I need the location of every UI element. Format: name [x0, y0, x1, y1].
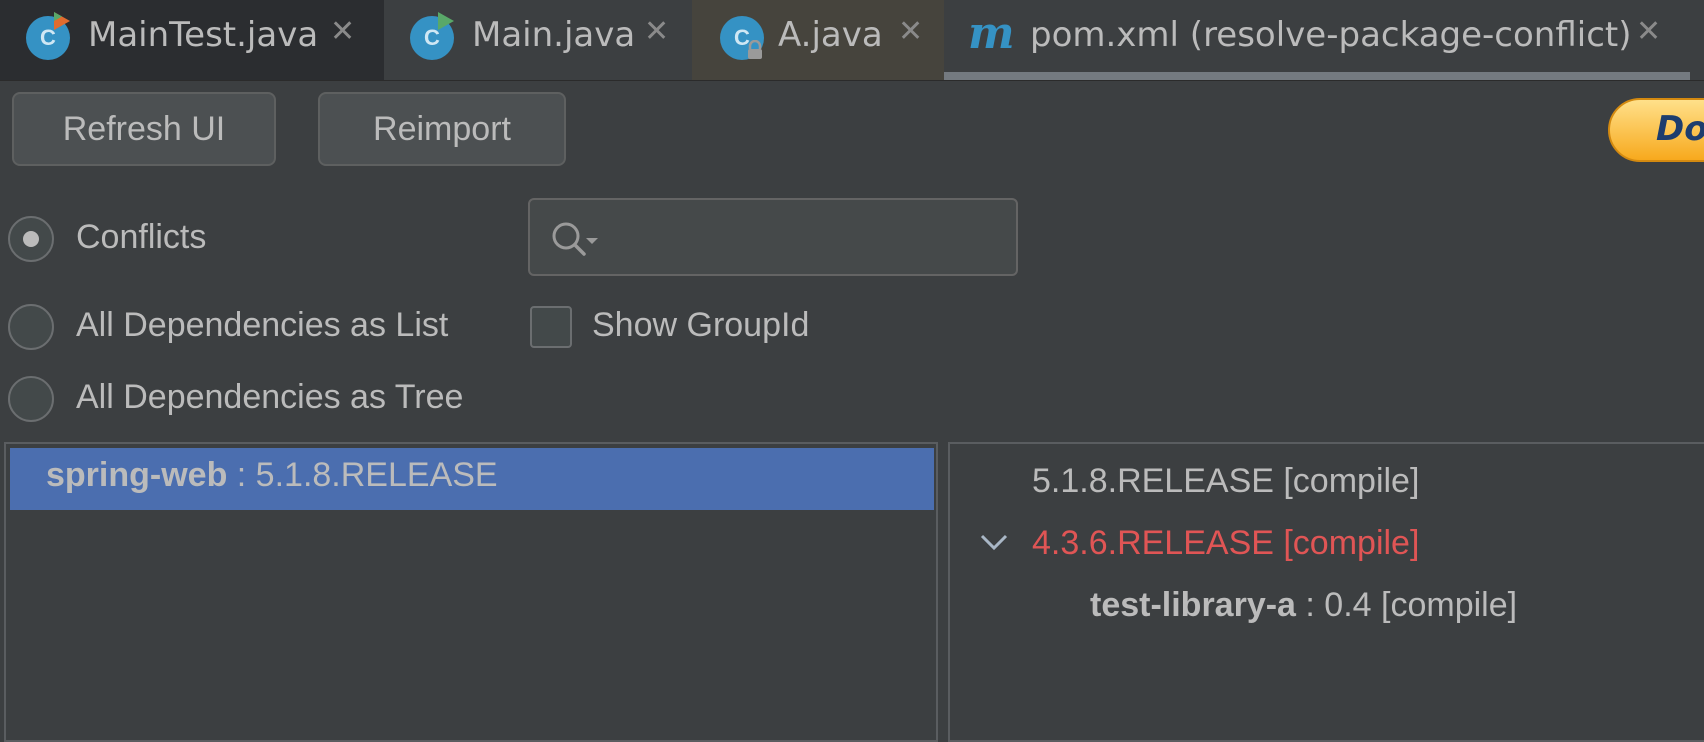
maven-icon: m	[968, 8, 1015, 59]
artifact-detail: : 0.4 [compile]	[1295, 586, 1518, 624]
search-input[interactable]	[528, 198, 1018, 276]
show-groupid-label: Show GroupId	[592, 306, 810, 344]
artifact-name: spring-web	[46, 456, 228, 494]
show-groupid-checkbox[interactable]	[530, 306, 572, 348]
dependency-tree-panel: 5.1.8.RELEASE [compile] 4.3.6.RELEASE [c…	[948, 442, 1704, 742]
active-tab-underline	[944, 72, 1690, 80]
class-locked-icon: C	[720, 16, 764, 60]
artifact-name: test-library-a	[1090, 586, 1296, 624]
tree-row-conflict[interactable]: 4.3.6.RELEASE [compile]	[1032, 524, 1419, 563]
list-item[interactable]: spring-web : 5.1.8.RELEASE	[10, 448, 934, 510]
close-icon[interactable]: ✕	[1636, 14, 1661, 49]
close-icon[interactable]: ✕	[644, 14, 669, 49]
tree-row[interactable]: 5.1.8.RELEASE [compile]	[1032, 462, 1419, 501]
chevron-down-icon[interactable]	[978, 530, 1010, 554]
all-dependencies-tree-label: All Dependencies as Tree	[76, 378, 464, 416]
version-label: 5.1.8.RELEASE [compile]	[1032, 462, 1420, 500]
artifact-version: : 5.1.8.RELEASE	[227, 456, 498, 494]
all-dependencies-tree-radio[interactable]	[8, 376, 54, 422]
close-icon[interactable]: ✕	[898, 14, 923, 49]
tab-label: A.java	[778, 15, 883, 55]
tab-main-java[interactable]: C Main.java ✕	[384, 0, 692, 80]
tab-maintest-java[interactable]: C MainTest.java ✕	[0, 0, 384, 80]
refresh-ui-button[interactable]: Refresh UI	[12, 92, 276, 166]
conflicts-label: Conflicts	[76, 218, 207, 256]
tree-row-child[interactable]: test-library-a : 0.4 [compile]	[1090, 586, 1517, 625]
tab-label: Main.java	[472, 15, 636, 55]
class-run-icon: C	[410, 12, 454, 60]
donate-button[interactable]: Do	[1608, 98, 1704, 162]
class-test-icon: C	[26, 12, 70, 60]
all-dependencies-list-radio[interactable]	[8, 304, 54, 350]
all-dependencies-list-label: All Dependencies as List	[76, 306, 449, 344]
tab-a-java[interactable]: C A.java ✕	[692, 0, 944, 80]
tab-label: pom.xml (resolve-package-conflict)	[1030, 15, 1632, 55]
tab-pom-xml[interactable]: m pom.xml (resolve-package-conflict) ✕	[944, 0, 1690, 80]
search-icon	[552, 222, 598, 256]
conflict-list-panel: spring-web : 5.1.8.RELEASE	[4, 442, 938, 742]
editor-tab-bar: C MainTest.java ✕ C Main.java ✕ C A.java	[0, 0, 1704, 81]
close-icon[interactable]: ✕	[330, 14, 355, 49]
conflict-version-label: 4.3.6.RELEASE [compile]	[1032, 524, 1420, 562]
reimport-button[interactable]: Reimport	[318, 92, 566, 166]
tab-label: MainTest.java	[88, 15, 319, 55]
conflicts-radio[interactable]	[8, 216, 54, 262]
